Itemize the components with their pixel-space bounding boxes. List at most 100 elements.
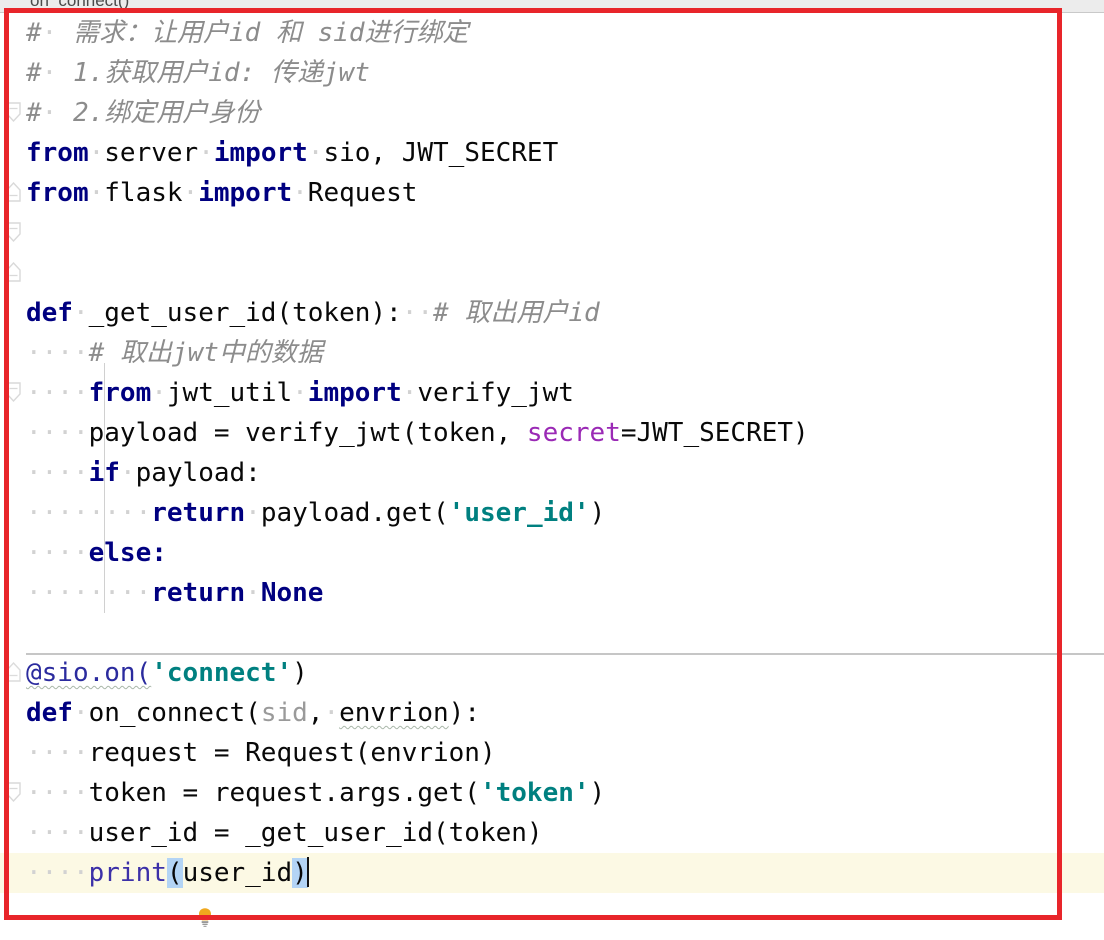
print-argument: user_id [182, 858, 293, 888]
assignment: token = request.args.get( [88, 778, 480, 808]
line-content: ····token = request.args.get('token') [26, 773, 605, 813]
bracket-open-highlight: ( [166, 858, 183, 888]
code-line[interactable]: @sio.on('connect') [0, 653, 1104, 693]
ws: ···· [26, 418, 89, 448]
code-line[interactable]: def·_get_user_id(token):··# 取出用户id [0, 293, 1104, 403]
ws: · [72, 698, 89, 728]
line-content: ········return·payload.get('user_id') [26, 493, 605, 533]
line-content: @sio.on('connect') [26, 653, 308, 693]
imported-names: verify_jwt [417, 378, 574, 408]
ws: ···· [88, 498, 152, 528]
ws: ···· [26, 818, 89, 848]
code-line[interactable]: ········return·payload.get('user_id') [0, 493, 1104, 533]
code-line[interactable]: from·flask·import·Request [0, 173, 1104, 282]
comment-text: 需求：让用户id 和 sid进行绑定 [57, 18, 469, 48]
fold-arrow-icon[interactable] [5, 141, 22, 243]
indent-guide [104, 363, 105, 613]
ws: ···· [26, 498, 89, 528]
code-line[interactable]: ····token = request.args.get('token') [0, 773, 1104, 813]
code-line[interactable]: ····if·payload: [0, 453, 1104, 493]
code-line[interactable]: ····request = Request(envrion) [0, 733, 1104, 773]
named-argument: secret [526, 418, 621, 448]
ws: · [292, 378, 308, 408]
keyword-def: def [26, 698, 73, 728]
ws: ···· [26, 378, 89, 408]
ws: · [182, 178, 199, 208]
assignment: user_id = _get_user_id(token) [88, 818, 543, 848]
fold-arrow-icon[interactable] [5, 301, 22, 403]
line-content: #· 需求：让用户id 和 sid进行绑定 [26, 13, 469, 53]
code-line[interactable]: ····payload = verify_jwt(token, secret=J… [0, 413, 1104, 453]
fold-arrow-icon[interactable] [5, 861, 22, 883]
param-sid: sid [260, 698, 308, 728]
fold-arrow-icon[interactable] [5, 21, 22, 123]
comment-text: 2.绑定用户身份 [57, 98, 261, 128]
fold-arrow-icon[interactable] [5, 581, 22, 682]
code-line[interactable]: ········return·None [0, 573, 1104, 682]
code-line[interactable]: ····else: [0, 533, 1104, 573]
code-line-current[interactable]: ····print(user_id) [0, 853, 1104, 927]
paren: ) [292, 658, 308, 688]
fold-arrow-icon[interactable] [5, 181, 22, 282]
code-line-blank[interactable] [0, 213, 1104, 253]
string-literal: 'user_id' [448, 498, 590, 528]
keyword-else: else [88, 538, 152, 568]
keyword-import: import [307, 378, 402, 408]
code-line-blank[interactable] [0, 253, 1104, 293]
comment-token: # [26, 18, 42, 48]
editor-window: on_connect() #· 需求：让用户id 和 sid进行绑定 #· 1.… [0, 0, 1104, 940]
module-name: jwt_util [166, 378, 293, 408]
breadcrumb[interactable]: on_connect() [30, 0, 129, 11]
string-literal: 'connect' [151, 658, 293, 688]
code-area[interactable]: #· 需求：让用户id 和 sid进行绑定 #· 1.获取用户id: 传递jwt… [0, 13, 1104, 927]
ws: · [245, 578, 261, 608]
function-signature: _get_user_id(token): [88, 298, 402, 328]
code-line[interactable]: #· 需求：让用户id 和 sid进行绑定 [0, 13, 1104, 123]
line-content: ····user_id = _get_user_id(token) [26, 813, 543, 853]
fold-arrow-icon[interactable] [5, 101, 22, 202]
code-line[interactable]: ····user_id = _get_user_id(token) [0, 813, 1104, 853]
colon: : [151, 538, 167, 568]
comment-token: # [433, 298, 449, 328]
ws: · [245, 498, 261, 528]
line-content: ····else: [26, 533, 167, 573]
paren: ) [589, 498, 606, 528]
code-line[interactable]: #· 1.获取用户id: 传递jwt [0, 53, 1104, 93]
comment-token: # [26, 98, 42, 128]
condition: payload: [135, 458, 261, 488]
line-content: ········return·None [26, 573, 323, 613]
code-editor[interactable]: #· 需求：让用户id 和 sid进行绑定 #· 1.获取用户id: 传递jwt… [0, 13, 1104, 940]
ws: · [401, 378, 418, 408]
code-line[interactable]: from·server·import·sio, JWT_SECRET [0, 133, 1104, 243]
ws: ···· [26, 538, 89, 568]
comment-text: 取出用户id [448, 298, 600, 328]
line-content: ····from·jwt_util·import·verify_jwt [26, 373, 574, 413]
keyword-from: from [88, 378, 152, 408]
keyword-return: return [151, 578, 246, 608]
code-line[interactable]: # · 2.绑定用户身份 [0, 93, 1104, 202]
keyword-import: import [198, 178, 293, 208]
keyword-import: import [213, 138, 308, 168]
function-name: on_connect( [88, 698, 261, 728]
code-line[interactable]: ····from·jwt_util·import·verify_jwt [0, 373, 1104, 413]
argument-value: =JWT_SECRET) [620, 418, 809, 448]
ws: · [307, 138, 324, 168]
fold-arrow-icon[interactable] [5, 701, 22, 803]
string-literal: 'token' [479, 778, 590, 808]
ws: · [41, 18, 58, 48]
ws: ·· [401, 298, 434, 328]
code-line[interactable]: def·on_connect(sid,·envrion): [0, 693, 1104, 803]
decorator: @sio.on( [26, 658, 152, 688]
line-content: def·on_connect(sid,·envrion): [26, 693, 480, 733]
ws: · [323, 698, 340, 728]
ws: · [292, 178, 308, 208]
ws: ···· [88, 578, 152, 608]
text-caret [306, 857, 309, 887]
ws: · [151, 378, 167, 408]
lightbulb-intention-icon[interactable] [36, 861, 211, 927]
code-line-blank[interactable] [0, 613, 1104, 653]
assignment: payload = verify_jwt(token, [88, 418, 527, 448]
keyword-return: return [151, 498, 246, 528]
code-line[interactable]: ····# 取出jwt中的数据 [0, 333, 1104, 373]
breadcrumb-bar[interactable]: on_connect() [0, 0, 1104, 13]
